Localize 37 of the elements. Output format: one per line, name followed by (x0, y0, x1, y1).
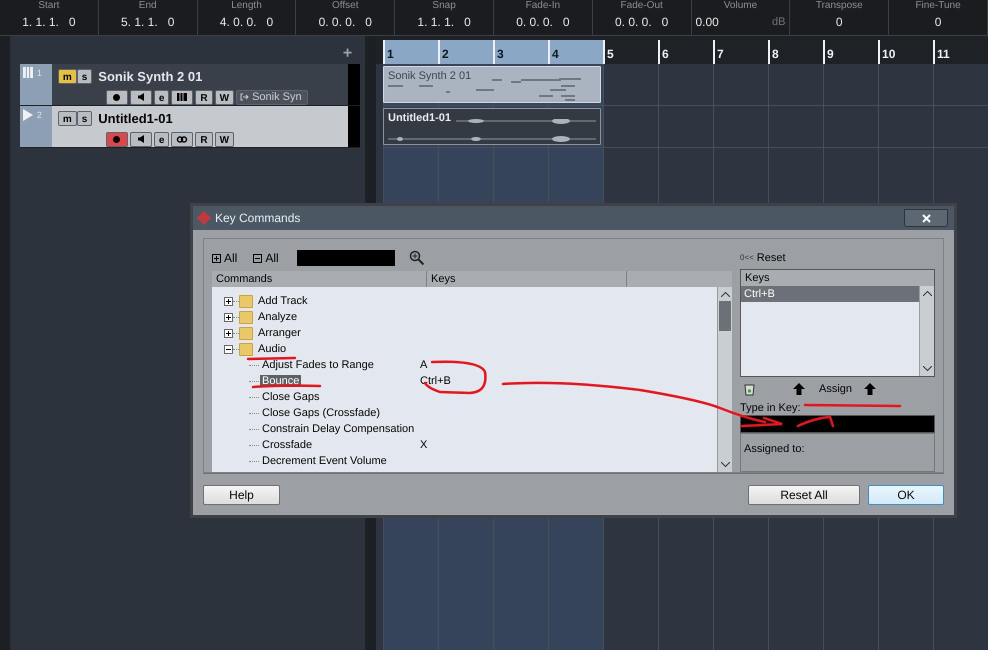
track-name: Sonik Synth 2 01 (98, 68, 202, 86)
track-number: 1 (36, 67, 42, 80)
field-label: Length (231, 0, 262, 11)
field-label: Fine-Tune (915, 0, 961, 11)
bar-number: 5 (607, 46, 614, 63)
key-binding: Ctrl+B (420, 374, 451, 389)
field-label: Type in Key: (740, 402, 801, 415)
bar-number: 9 (827, 46, 834, 63)
bar-number: 6 (662, 46, 669, 63)
dialog-title: Key Commands (215, 210, 300, 227)
track-name: Untitled1-01 (98, 110, 173, 128)
field-label: Snap (432, 0, 456, 11)
bar-number: 10 (882, 46, 896, 63)
reset-label: Reset (756, 250, 786, 266)
event-name: Untitled1-01 (388, 111, 451, 126)
field-label: Volume (724, 0, 758, 11)
event-name: Sonik Synth 2 01 (388, 69, 472, 84)
key-binding: X (420, 438, 428, 453)
bar-number: 1 (387, 46, 394, 63)
field-label: Fade-Out (620, 0, 663, 11)
field-label: End (138, 0, 157, 11)
field-label: Offset (332, 0, 359, 11)
rewind-icon: 0<< (740, 252, 754, 264)
bar-number: 11 (937, 46, 950, 63)
field-label: Start (38, 0, 60, 11)
output-name: Sonik Syn (252, 90, 302, 104)
track-number: 2 (36, 109, 42, 122)
unit-label: dB (772, 14, 786, 30)
bar-number: 8 (772, 46, 779, 63)
field-label: Assigned to: (744, 443, 805, 455)
field-label: Transpose (816, 0, 863, 11)
field-label: Fade-In (526, 0, 560, 11)
bar-number: 4 (552, 46, 559, 63)
bar-number: 3 (497, 46, 504, 63)
key-binding: A (420, 358, 428, 373)
bar-number: 7 (717, 46, 724, 63)
bar-number: 2 (442, 46, 449, 63)
